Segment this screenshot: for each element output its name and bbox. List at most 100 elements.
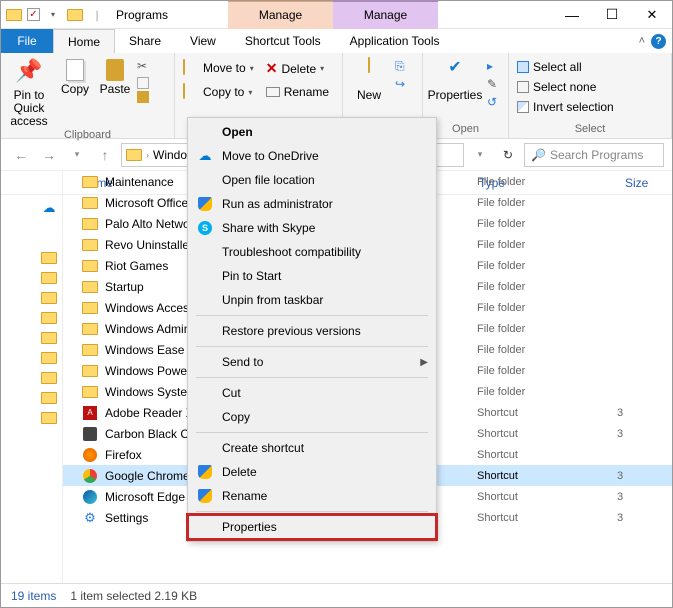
menu-item-delete[interactable]: Delete: [188, 460, 436, 484]
view-tab[interactable]: View: [176, 29, 231, 53]
select-all-button[interactable]: Select all: [513, 59, 618, 75]
rename-button[interactable]: Rename: [262, 84, 333, 100]
invert-selection-button[interactable]: Invert selection: [513, 99, 618, 115]
folder-icon[interactable]: [40, 251, 58, 265]
menu-item-troubleshoot-compatibility[interactable]: Troubleshoot compatibility: [188, 240, 436, 264]
paste-button[interactable]: Paste: [97, 55, 133, 96]
application-tools-tab[interactable]: Application Tools: [336, 29, 455, 53]
folder-icon[interactable]: [40, 311, 58, 325]
breadcrumb-segment[interactable]: Windo: [153, 148, 187, 162]
folder-icon[interactable]: [40, 351, 58, 365]
cut-icon[interactable]: ✂: [137, 59, 153, 75]
move-to-button[interactable]: Move to ▾: [179, 59, 258, 77]
open-icon[interactable]: ▸: [487, 59, 503, 75]
menu-item-copy[interactable]: Copy: [188, 405, 436, 429]
blank-icon: [196, 243, 214, 261]
new-label: New: [357, 89, 381, 102]
properties-button[interactable]: ✔ Properties: [427, 55, 483, 102]
file-size: 3: [617, 407, 623, 419]
search-input[interactable]: 🔍 Search Programs: [524, 143, 664, 167]
contextual-tab-application[interactable]: Manage: [333, 1, 438, 29]
delete-label: Delete: [281, 62, 316, 76]
history-icon[interactable]: ↺: [487, 95, 503, 111]
menu-item-restore-previous-versions[interactable]: Restore previous versions: [188, 319, 436, 343]
new-item-icon[interactable]: ⎘: [395, 59, 411, 75]
shield-icon: [196, 195, 214, 213]
share-tab[interactable]: Share: [115, 29, 176, 53]
shield-icon: [196, 463, 214, 481]
refresh-button[interactable]: ↻: [496, 143, 520, 167]
shortcut-tools-tab[interactable]: Shortcut Tools: [231, 29, 336, 53]
folder-icon[interactable]: [40, 391, 58, 405]
menu-item-properties[interactable]: Properties: [188, 515, 436, 539]
close-button[interactable]: ✕: [632, 1, 672, 29]
copy-button[interactable]: Copy: [57, 55, 93, 96]
pin-label: Pin to Quick access: [5, 89, 53, 129]
copy-label: Copy: [61, 83, 89, 96]
navigation-pane[interactable]: ☁: [1, 171, 63, 583]
file-type: File folder: [477, 197, 617, 209]
checkbox-icon[interactable]: ✓: [27, 8, 40, 21]
blank-icon: [196, 267, 214, 285]
menu-item-label: Move to OneDrive: [222, 149, 428, 163]
menu-item-pin-to-start[interactable]: Pin to Start: [188, 264, 436, 288]
forward-button[interactable]: →: [37, 143, 61, 167]
menu-separator: [196, 315, 428, 316]
menu-item-share-with-skype[interactable]: SShare with Skype: [188, 216, 436, 240]
easy-access-icon[interactable]: ↪: [395, 77, 411, 93]
copy-path-icon[interactable]: [137, 77, 149, 89]
menu-item-move-to-onedrive[interactable]: ☁ Move to OneDrive: [188, 144, 436, 168]
rename-label: Rename: [284, 85, 329, 99]
menu-item-create-shortcut[interactable]: Create shortcut: [188, 436, 436, 460]
folder-icon[interactable]: [40, 291, 58, 305]
blank-icon: [196, 408, 214, 426]
blank-icon: [196, 439, 214, 457]
separator-icon: |: [88, 6, 106, 24]
folder-icon[interactable]: [40, 271, 58, 285]
menu-item-send-to[interactable]: Send to▶: [188, 350, 436, 374]
properties-label: Properties: [428, 89, 483, 102]
file-icon: [81, 321, 99, 337]
file-tab[interactable]: File: [1, 29, 53, 53]
delete-button[interactable]: ✕Delete ▾: [262, 59, 333, 78]
pin-to-quick-access-button[interactable]: 📌 Pin to Quick access: [5, 55, 53, 129]
folder-icon[interactable]: [40, 331, 58, 345]
cloud-icon: ☁: [196, 147, 214, 165]
home-tab[interactable]: Home: [53, 29, 115, 53]
file-type: Shortcut: [477, 407, 617, 419]
folder-icon[interactable]: [40, 411, 58, 425]
status-item-count: 19 items: [11, 589, 56, 603]
menu-item-run-as-administrator[interactable]: Run as administrator: [188, 192, 436, 216]
onedrive-icon[interactable]: ☁: [40, 201, 58, 215]
chevron-right-icon[interactable]: ›: [146, 150, 149, 160]
minimize-button[interactable]: —: [552, 1, 592, 29]
blank-icon: [196, 518, 214, 536]
menu-separator: [196, 511, 428, 512]
status-selection: 1 item selected 2.19 KB: [70, 589, 197, 603]
select-none-button[interactable]: Select none: [513, 79, 618, 95]
menu-item-label: Rename: [222, 489, 428, 503]
collapse-ribbon-icon[interactable]: ˄: [639, 35, 645, 47]
menu-item-open[interactable]: Open: [188, 120, 436, 144]
maximize-button[interactable]: ☐: [592, 1, 632, 29]
select-group-label: Select: [513, 123, 667, 136]
recent-locations-button[interactable]: ▾: [65, 143, 89, 167]
menu-item-cut[interactable]: Cut: [188, 381, 436, 405]
new-folder-button[interactable]: New: [347, 55, 391, 102]
menu-item-label: Restore previous versions: [222, 324, 428, 338]
up-button[interactable]: ↑: [93, 143, 117, 167]
menu-item-unpin-from-taskbar[interactable]: Unpin from taskbar: [188, 288, 436, 312]
copy-to-label: Copy to: [203, 85, 244, 99]
menu-item-open-file-location[interactable]: Open file location: [188, 168, 436, 192]
qat-dropdown-icon[interactable]: ▾: [44, 6, 62, 24]
folder-icon[interactable]: [40, 371, 58, 385]
prev-locations-icon[interactable]: ▾: [468, 143, 492, 167]
back-button[interactable]: ←: [9, 143, 33, 167]
edit-icon[interactable]: ✎: [487, 77, 503, 93]
help-icon[interactable]: ?: [651, 34, 666, 49]
menu-item-rename[interactable]: Rename: [188, 484, 436, 508]
copy-to-button[interactable]: Copy to ▾: [179, 83, 258, 101]
file-icon: [81, 174, 99, 190]
contextual-tab-shortcut[interactable]: Manage: [228, 1, 333, 29]
paste-shortcut-icon[interactable]: [137, 91, 149, 103]
